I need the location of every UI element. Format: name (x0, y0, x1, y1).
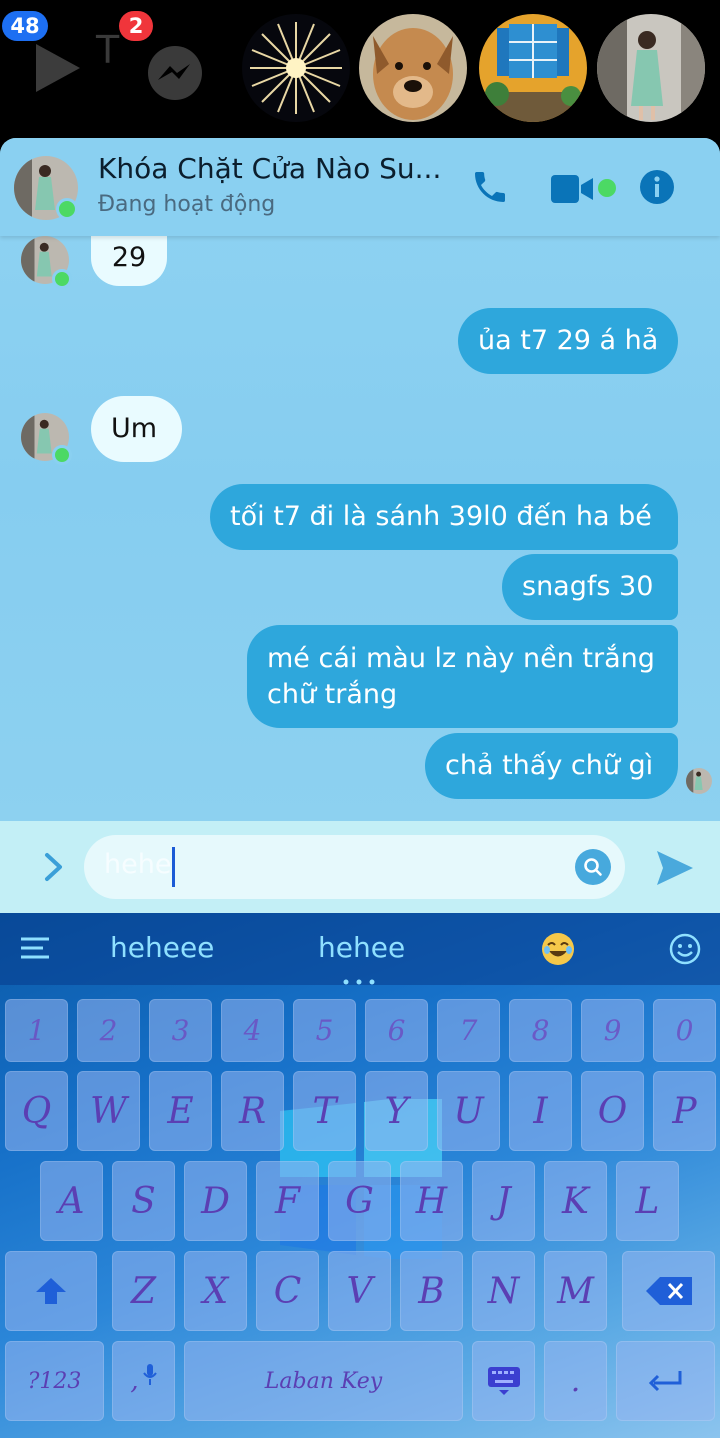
message-bubble-outgoing[interactable]: snagfs 30 (502, 554, 678, 620)
key-5[interactable]: 5 (293, 999, 356, 1062)
key-q[interactable]: Q (5, 1071, 68, 1151)
key-0[interactable]: 0 (653, 999, 716, 1062)
comma-label: , (130, 1366, 139, 1396)
emoji-smiley-icon[interactable] (669, 933, 701, 965)
partial-letter: T (96, 28, 120, 72)
menu-icon[interactable] (21, 937, 49, 959)
composer-bar: hehe (0, 821, 720, 913)
key-1[interactable]: 1 (5, 999, 68, 1062)
key-w[interactable]: W (77, 1071, 140, 1151)
message-input[interactable]: hehe (84, 835, 625, 899)
key-z[interactable]: Z (112, 1251, 175, 1331)
space-key[interactable]: Laban Key (184, 1341, 463, 1421)
key-l[interactable]: L (616, 1161, 679, 1241)
laughing-emoji-icon[interactable] (541, 932, 575, 966)
key-e[interactable]: E (149, 1071, 212, 1151)
message-bubble-incoming[interactable]: 29 (91, 230, 167, 286)
key-3[interactable]: 3 (149, 999, 212, 1062)
backspace-icon (645, 1277, 692, 1305)
key-f[interactable]: F (256, 1161, 319, 1241)
activity-status: Đang hoạt động (98, 192, 276, 217)
key-b[interactable]: B (400, 1251, 463, 1331)
online-indicator (52, 445, 72, 465)
keyboard: heheee hehee 1 2 3 4 5 6 7 8 9 0 Q W E R… (0, 913, 720, 1438)
key-h[interactable]: H (400, 1161, 463, 1241)
text-caret (172, 847, 175, 887)
messenger-badge: 2 (119, 11, 153, 41)
key-m[interactable]: M (544, 1251, 607, 1331)
key-x[interactable]: X (184, 1251, 247, 1331)
online-indicator (56, 198, 78, 220)
key-6[interactable]: 6 (365, 999, 428, 1062)
keyboard-icon (487, 1367, 520, 1395)
symbols-key[interactable]: ?123 (5, 1341, 104, 1421)
unread-badge: 48 (2, 11, 48, 41)
key-u[interactable]: U (437, 1071, 500, 1151)
chat-header: Khóa Chặt Cửa Nào Su... Đang hoạt động (0, 138, 720, 236)
key-n[interactable]: N (472, 1251, 535, 1331)
microphone-icon (142, 1364, 157, 1385)
key-g[interactable]: G (328, 1161, 391, 1241)
online-indicator (52, 269, 72, 289)
fireworks-avatar[interactable] (242, 14, 350, 122)
comma-mic-key[interactable]: , (112, 1341, 175, 1421)
video-online-dot (598, 179, 616, 197)
message-bubble-outgoing[interactable]: ủa t7 29 á hả (458, 308, 678, 374)
conversation-title[interactable]: Khóa Chặt Cửa Nào Su... (98, 152, 441, 185)
shift-key[interactable] (5, 1251, 97, 1331)
key-4[interactable]: 4 (221, 999, 284, 1062)
messenger-icon[interactable] (146, 44, 204, 102)
screen: 48 T 2 Khóa Chặt Cửa Nào Su... Đang hoạt… (0, 0, 720, 1438)
suggestion-item[interactable]: heheee (110, 931, 214, 964)
key-d[interactable]: D (184, 1161, 247, 1241)
girl-avatar[interactable] (597, 14, 705, 122)
suggestion-item[interactable]: hehee (318, 931, 405, 964)
key-s[interactable]: S (112, 1161, 175, 1241)
key-o[interactable]: O (581, 1071, 644, 1151)
send-icon[interactable] (655, 849, 695, 887)
search-icon[interactable] (575, 849, 611, 885)
key-7[interactable]: 7 (437, 999, 500, 1062)
chevron-right-icon[interactable] (38, 851, 68, 883)
message-bubble-outgoing[interactable]: tối t7 đi là sánh 39l0 đến ha bé (210, 484, 678, 550)
window-avatar[interactable] (479, 14, 587, 122)
shift-arrow-icon (36, 1278, 66, 1304)
play-icon[interactable] (30, 40, 84, 96)
key-t[interactable]: T (293, 1071, 356, 1151)
message-bubble-outgoing[interactable]: mé cái màu lz này nền trắng chữ trắng (247, 625, 678, 728)
key-2[interactable]: 2 (77, 999, 140, 1062)
key-c[interactable]: C (256, 1251, 319, 1331)
message-bubble-incoming[interactable]: Um (91, 396, 182, 462)
message-input-text: hehe (104, 849, 172, 880)
backspace-key[interactable] (622, 1251, 715, 1331)
chathead-strip: 48 T 2 (0, 0, 720, 140)
suggestion-bar: heheee hehee (0, 913, 720, 985)
video-call-icon[interactable] (551, 175, 595, 203)
key-8[interactable]: 8 (509, 999, 572, 1062)
dog-avatar[interactable] (359, 14, 467, 122)
phone-icon[interactable] (470, 166, 510, 208)
suggestion-more-dots (343, 970, 375, 985)
enter-key[interactable] (616, 1341, 715, 1421)
info-icon[interactable] (639, 169, 675, 205)
chat-panel: Khóa Chặt Cửa Nào Su... Đang hoạt động 2… (0, 138, 720, 913)
key-y[interactable]: Y (365, 1071, 428, 1151)
key-v[interactable]: V (328, 1251, 391, 1331)
key-p[interactable]: P (653, 1071, 716, 1151)
key-a[interactable]: A (40, 1161, 103, 1241)
enter-icon (648, 1371, 681, 1392)
key-9[interactable]: 9 (581, 999, 644, 1062)
key-k[interactable]: K (544, 1161, 607, 1241)
message-bubble-outgoing[interactable]: chả thấy chữ gì (425, 733, 678, 799)
seen-avatar (686, 768, 712, 794)
key-r[interactable]: R (221, 1071, 284, 1151)
key-j[interactable]: J (472, 1161, 535, 1241)
keyboard-switch-key[interactable] (472, 1341, 535, 1421)
key-i[interactable]: I (509, 1071, 572, 1151)
period-key[interactable]: . (544, 1341, 607, 1421)
